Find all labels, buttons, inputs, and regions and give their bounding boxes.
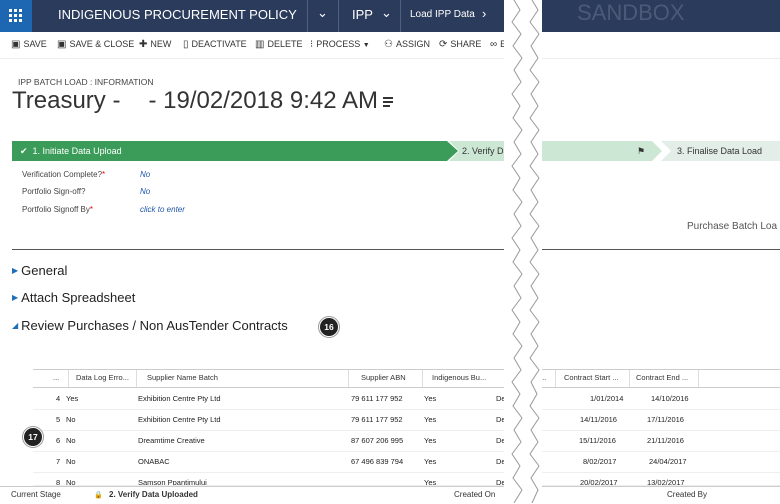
page-title: Treasury - - 19/02/2018 9:42 AM [12,87,378,115]
required-asterisk: * [102,170,106,179]
collapse-arrow-icon: ◢ [12,321,19,330]
assign-button[interactable]: ⚇ ASSIGN [384,39,430,50]
expand-arrow-icon: ▶ [12,293,19,302]
verification-complete-label: Verification Complete?* [22,170,106,179]
expand-arrow-icon: ▶ [12,266,19,275]
table-row[interactable]: 5 No Exhibition Centre Pty Ltd 79 611 17… [33,409,780,431]
record-menu-icon[interactable] [383,97,393,109]
column-header[interactable]: Contract Start ... [564,373,619,382]
stage-verify-data[interactable]: 2. Verify Data ⚑ [449,141,662,161]
portfolio-signoff-by-label: Portfolio Signoff By* [22,205,94,214]
created-by-label: Created By [667,490,708,499]
chevron-down-icon[interactable]: ⌄ [381,5,392,21]
nav-divider [400,0,401,32]
callout-badge-16: 16 [320,318,338,336]
share-icon: ⟳ [439,39,448,50]
table-row[interactable]: 6 No Dreamtime Creative 87 607 206 995 Y… [33,430,780,452]
chevron-down-icon[interactable]: ⌄ [317,5,328,21]
delete-button[interactable]: ▥ DELETE [255,39,302,50]
process-icon: ⁝ [310,39,314,50]
torn-edge-divider [504,0,542,503]
column-header[interactable]: Supplier ABN [361,373,406,382]
column-header[interactable]: Indigenous Bu... [432,373,486,382]
link-icon: ∞ [490,39,498,50]
top-nav-bar: INDIGENOUS PROCUREMENT POLICY ⌄ IPP ⌄ Lo… [0,0,780,32]
save-icon: ▣ [11,39,21,50]
column-header[interactable]: Contract End ... [636,373,688,382]
required-asterisk: * [89,205,94,214]
breadcrumb: IPP BATCH LOAD : INFORMATION [18,77,154,87]
portfolio-signoff-field[interactable]: No [140,187,150,196]
chevron-right-icon[interactable]: › [482,6,486,21]
section-general[interactable]: ▶ General [12,263,67,278]
purchases-table-header: ... Data Log Erro... Supplier Name Batch… [33,369,780,388]
status-footer: Current Stage 🔒 2. Verify Data Uploaded … [0,486,780,504]
portfolio-signoff-label: Portfolio Sign-off? [22,187,86,196]
subarea-link[interactable]: Load IPP Data [410,9,475,20]
table-row[interactable]: 4 Yes Exhibition Centre Pty Ltd 79 611 1… [33,388,780,410]
flag-icon: ⚑ [637,146,646,156]
command-bar: ▣ SAVE ▣ SAVE & CLOSE ✚ NEW ▯ DEACTIVATE ▥ DE… [0,32,780,59]
page-title-right: - 19/02/2018 9:42 AM [148,87,378,114]
table-row[interactable]: 8 No Samson Ppantimului Yes Dep 20/02/20… [33,472,780,486]
stage-finalise-data-load[interactable]: 3. Finalise Data Load [661,141,780,161]
save-button[interactable]: ▣ SAVE [11,39,47,50]
process-button[interactable]: ⁝ PROCESS ▼ [310,39,370,50]
nav-divider [338,0,339,32]
nav-divider [307,0,308,32]
plus-icon: ✚ [139,39,148,50]
section-attach-spreadsheet[interactable]: ▶ Attach Spreadsheet [12,290,135,305]
section-review-purchases[interactable]: ◢ Review Purchases / Non AusTender Contra… [12,318,288,333]
column-header[interactable]: Data Log Erro... [76,373,129,382]
current-stage-label: Current Stage [11,490,61,499]
created-on-label: Created On [454,490,496,499]
checkmark-icon: ✔ [20,146,28,156]
current-stage-value: 2. Verify Data Uploaded [109,490,198,499]
callout-badge-17: 17 [24,428,42,446]
column-header[interactable]: ... [53,373,59,382]
trash-icon: ▥ [255,39,265,50]
area-selector[interactable]: IPP [352,7,373,22]
table-row[interactable]: 7 No ONABAC 67 496 839 794 Yes Dep 8/02/… [33,451,780,473]
caret-down-icon: ▼ [362,42,370,49]
deactivate-button[interactable]: ▯ DEACTIVATE [183,39,247,50]
new-button[interactable]: ✚ NEW [139,39,171,50]
assign-icon: ⚇ [384,39,393,50]
section-divider [12,249,780,250]
share-button[interactable]: ⟳ SHARE [439,39,481,50]
stage-initiate-data-upload[interactable]: ✔ 1. Initiate Data Upload [12,141,458,161]
app-grid-icon[interactable] [0,0,32,32]
column-header[interactable]: Supplier Name Batch [147,373,218,382]
save-close-button[interactable]: ▣ SAVE & CLOSE [57,39,134,50]
app-title[interactable]: INDIGENOUS PROCUREMENT POLICY [58,7,297,22]
purchase-batch-label: Purchase Batch Loa [687,221,778,232]
portfolio-signoff-by-field[interactable]: click to enter [140,205,185,214]
verification-complete-field[interactable]: No [140,170,150,179]
lock-icon: 🔒 [94,492,103,499]
save-close-icon: ▣ [57,39,67,50]
document-icon: ▯ [183,39,189,50]
page-title-left: Treasury - [12,87,121,114]
environment-label: SANDBOX [577,0,685,25]
